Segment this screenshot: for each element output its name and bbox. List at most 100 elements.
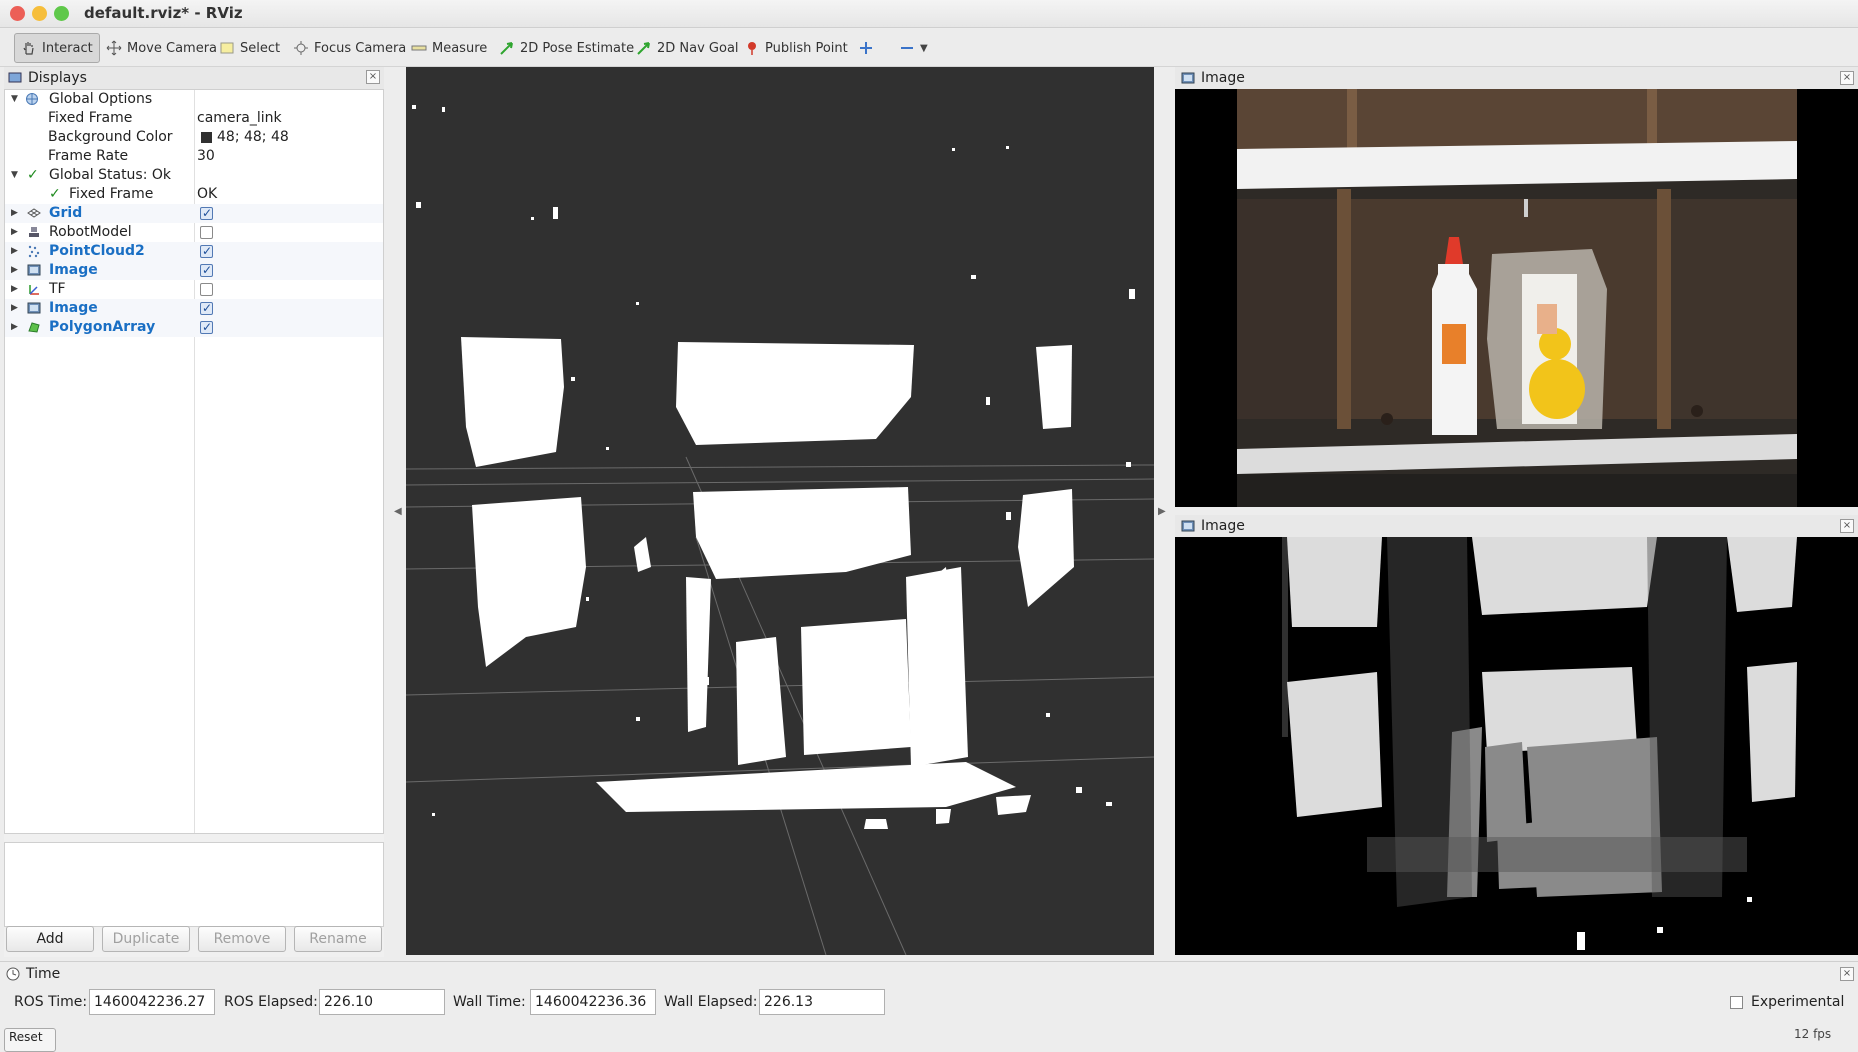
chevron-right-icon[interactable]: ▶ — [11, 318, 21, 337]
remove-display-button[interactable]: Remove — [198, 926, 286, 952]
point-cloud-render — [406, 105, 1154, 955]
display-item-tf[interactable]: ▶ TF — [5, 280, 383, 299]
image-icon — [1181, 72, 1195, 84]
image-panel-top-header: Image — [1175, 67, 1858, 89]
background-color-value[interactable]: 48; 48; 48 — [217, 128, 289, 147]
2d-nav-goal-tool-button[interactable]: 2D Nav Goal — [630, 33, 745, 63]
image-panel-bottom-header: Image — [1175, 515, 1858, 537]
green-arrow-icon — [500, 42, 513, 55]
remove-tool-dropdown[interactable]: ▼ — [893, 33, 934, 63]
wall-time-label: Wall Time: — [453, 994, 526, 1010]
window-title: default.rviz* - RViz — [84, 4, 243, 22]
fixed-frame-row[interactable]: Fixed Frame camera_link — [5, 109, 383, 128]
close-icon[interactable]: × — [366, 70, 380, 84]
display-enabled-checkbox[interactable] — [200, 226, 213, 239]
toolbar: Interact Move Camera Select Focus Camera… — [0, 29, 1858, 67]
duplicate-display-button[interactable]: Duplicate — [102, 926, 190, 952]
display-item-robotmodel[interactable]: ▶ RobotModel — [5, 223, 383, 242]
image-panel-top-title: Image — [1201, 70, 1245, 86]
2d-pose-estimate-tool-button[interactable]: 2D Pose Estimate — [493, 33, 640, 63]
chevron-right-icon[interactable]: ▶ — [11, 299, 21, 318]
minus-icon — [901, 47, 913, 49]
measure-tool-button[interactable]: Measure — [405, 33, 493, 63]
displays-panel-title: Displays — [28, 70, 87, 86]
collapse-right-arrow-icon[interactable]: ▶ — [1158, 506, 1166, 517]
time-panel-header: Time — [6, 966, 60, 982]
maximize-window-button[interactable] — [54, 6, 69, 21]
ros-elapsed-label: ROS Elapsed: — [224, 994, 318, 1010]
close-icon[interactable]: × — [1840, 71, 1854, 85]
plus-icon — [860, 42, 872, 54]
rgb-camera-image — [1237, 89, 1797, 507]
focus-camera-tool-button[interactable]: Focus Camera — [287, 33, 412, 63]
background-color-swatch[interactable] — [201, 132, 212, 143]
robot-icon — [29, 227, 39, 237]
fixed-frame-value[interactable]: camera_link — [197, 109, 282, 128]
select-tool-label: Select — [240, 40, 281, 56]
rename-display-button[interactable]: Rename — [294, 926, 382, 952]
image-panel-bottom[interactable]: Image × — [1175, 515, 1858, 955]
move-camera-tool-button[interactable]: Move Camera — [100, 33, 223, 63]
image-icon — [1181, 520, 1195, 532]
display-item-polygonarray[interactable]: ▶ PolygonArray — [5, 318, 383, 337]
background-color-row[interactable]: Background Color 48; 48; 48 — [5, 128, 383, 147]
publish-point-tool-button[interactable]: Publish Point — [738, 33, 854, 63]
tf-axes-icon — [29, 285, 39, 295]
global-status-fixed-frame-row[interactable]: ✓ Fixed Frame OK — [5, 185, 383, 204]
chevron-down-icon[interactable]: ▼ — [11, 166, 21, 185]
display-item-label: PolygonArray — [49, 319, 156, 335]
display-enabled-checkbox[interactable] — [200, 283, 213, 296]
global-options-row[interactable]: ▼ Global Options — [5, 90, 383, 109]
display-enabled-checkbox[interactable] — [200, 242, 213, 261]
minimize-window-button[interactable] — [32, 6, 47, 21]
status-fixed-frame-value: OK — [197, 186, 218, 202]
chevron-right-icon[interactable]: ▶ — [11, 242, 21, 261]
check-icon: ✓ — [27, 167, 39, 183]
display-enabled-checkbox[interactable] — [200, 299, 213, 318]
chevron-right-icon[interactable]: ▶ — [11, 280, 21, 299]
add-display-button[interactable]: Add — [6, 926, 94, 952]
close-icon[interactable]: × — [1840, 519, 1854, 533]
display-item-label: TF — [49, 281, 66, 297]
display-item-image[interactable]: ▶ Image — [5, 261, 383, 280]
3d-render-view[interactable] — [406, 67, 1154, 955]
display-enabled-checkbox[interactable] — [200, 204, 213, 223]
display-item-grid[interactable]: ▶ Grid — [5, 204, 383, 223]
add-tool-button[interactable] — [852, 33, 880, 63]
global-status-row[interactable]: ▼ ✓ Global Status: Ok — [5, 166, 383, 185]
experimental-checkbox[interactable] — [1730, 996, 1743, 1009]
wall-elapsed-field[interactable]: 226.13 — [759, 989, 885, 1015]
focus-icon — [294, 41, 308, 55]
interact-tool-button[interactable]: Interact — [14, 33, 100, 63]
select-tool-button[interactable]: Select — [213, 33, 286, 63]
global-status-label: Global Status: Ok — [49, 167, 172, 183]
chevron-down-icon[interactable]: ▼ — [11, 90, 21, 109]
display-item-label: Image — [49, 300, 98, 316]
display-item-pointcloud2[interactable]: ▶ PointCloud2 — [5, 242, 383, 261]
publish-point-tool-label: Publish Point — [765, 40, 848, 56]
image-panel-top[interactable]: Image × — [1175, 67, 1858, 507]
frame-rate-label: Frame Rate — [48, 148, 129, 164]
collapse-left-arrow-icon[interactable]: ◀ — [394, 506, 402, 517]
globe-icon — [26, 93, 38, 105]
reset-button[interactable]: Reset — [4, 1028, 56, 1052]
chevron-right-icon[interactable]: ▶ — [11, 223, 21, 242]
wall-time-field[interactable]: 1460042236.36 — [530, 989, 656, 1015]
frame-rate-row[interactable]: Frame Rate 30 — [5, 147, 383, 166]
displays-tree[interactable]: ▼ Global Options Fixed Frame camera_link… — [4, 89, 384, 834]
focus-camera-tool-label: Focus Camera — [314, 40, 407, 56]
fixed-frame-label: Fixed Frame — [48, 110, 133, 126]
ros-elapsed-field[interactable]: 226.10 — [319, 989, 445, 1015]
frame-rate-value[interactable]: 30 — [197, 147, 215, 166]
chevron-right-icon[interactable]: ▶ — [11, 204, 21, 223]
close-window-button[interactable] — [10, 6, 25, 21]
ros-time-field[interactable]: 1460042236.27 — [89, 989, 215, 1015]
window-title-bar: default.rviz* - RViz — [0, 0, 1858, 28]
display-enabled-checkbox[interactable] — [200, 318, 213, 337]
grid-icon — [27, 208, 41, 218]
chevron-right-icon[interactable]: ▶ — [11, 261, 21, 280]
close-icon[interactable]: × — [1840, 967, 1854, 981]
display-item-label: RobotModel — [49, 224, 132, 240]
display-item-image-2[interactable]: ▶ Image — [5, 299, 383, 318]
display-enabled-checkbox[interactable] — [200, 261, 213, 280]
